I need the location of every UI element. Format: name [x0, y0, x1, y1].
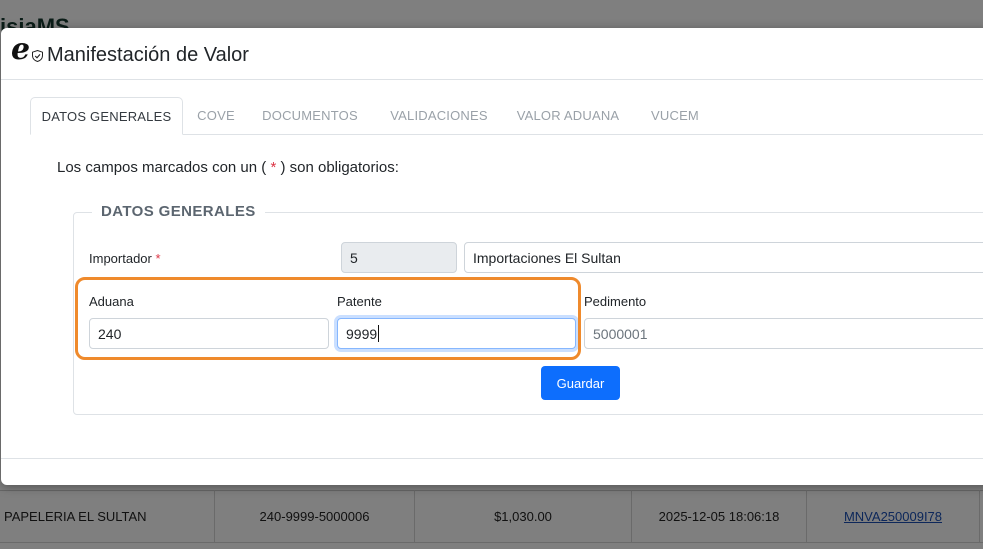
- tab-valor-aduana[interactable]: VALOR ADUANA: [508, 97, 628, 134]
- required-fields-note: Los campos marcados con un ( * ) son obl…: [57, 159, 399, 176]
- tab-validaciones[interactable]: VALIDACIONES: [380, 97, 498, 134]
- modal-footer-divider: [1, 458, 983, 459]
- pedimento-field[interactable]: 5000001: [584, 318, 983, 349]
- guardar-button[interactable]: Guardar: [541, 366, 620, 400]
- required-note-end: ) son obligatorios:: [280, 159, 399, 176]
- aduana-field[interactable]: 240: [89, 318, 329, 349]
- shield-check-icon: [32, 50, 43, 62]
- required-note-start: Los campos marcados con un (: [57, 159, 267, 176]
- importador-required-star: *: [155, 251, 161, 266]
- patente-value: 9999: [346, 325, 378, 342]
- modal-header: e Manifestación de Valor: [1, 28, 983, 80]
- aduana-label: Aduana: [89, 294, 134, 309]
- tab-bar: DATOS GENERALES COVE DOCUMENTOS VALIDACI…: [30, 97, 983, 135]
- patente-label: Patente: [337, 294, 382, 309]
- patente-field[interactable]: 9999: [337, 318, 576, 349]
- modal-title: Manifestación de Valor: [47, 44, 249, 66]
- importador-name-field[interactable]: Importaciones El Sultan: [464, 242, 983, 273]
- tab-vucem[interactable]: VUCEM: [640, 97, 710, 134]
- text-caret: [378, 325, 380, 342]
- required-note-star: *: [266, 159, 281, 176]
- e-logo-icon: e: [11, 32, 31, 67]
- pedimento-label: Pedimento: [584, 294, 647, 309]
- section-legend: DATOS GENERALES: [92, 203, 265, 220]
- app-logo: e: [11, 35, 45, 71]
- tab-documentos[interactable]: DOCUMENTOS: [255, 97, 365, 134]
- manifestacion-modal: e Manifestación de Valor DATOS GENERALES…: [1, 28, 983, 485]
- importador-label: Importador *: [89, 251, 161, 266]
- importador-code-field[interactable]: 5: [341, 242, 457, 273]
- importador-label-text: Importador: [89, 251, 152, 266]
- tab-datos-generales[interactable]: DATOS GENERALES: [30, 97, 183, 135]
- tab-cove[interactable]: COVE: [188, 97, 244, 134]
